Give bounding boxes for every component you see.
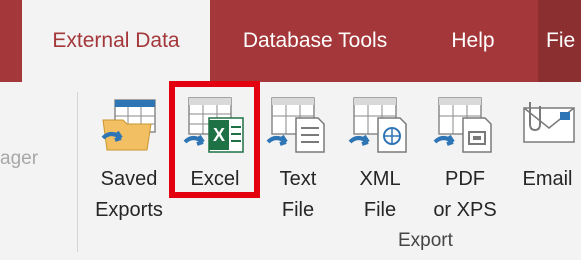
- email-icon: [522, 102, 575, 143]
- xml-file-label-line1: XML: [359, 168, 401, 190]
- text-file-label-line1: Text: [279, 168, 317, 190]
- saved-exports-label-line2: Exports: [95, 199, 163, 221]
- email-label: Email: [522, 168, 573, 190]
- xml-file-icon: [348, 97, 407, 153]
- text-file-label-line2: File: [281, 199, 315, 221]
- tab-external-data[interactable]: External Data: [22, 0, 210, 82]
- tab-help[interactable]: Help: [436, 0, 510, 82]
- export-group-label: Export: [398, 230, 453, 251]
- excel-export-button[interactable]: X Excel: [176, 92, 254, 232]
- tab-database-tools[interactable]: Database Tools: [222, 0, 408, 82]
- xml-file-export-button[interactable]: XML File: [344, 92, 416, 232]
- saved-exports-icon: [101, 99, 156, 151]
- pdf-xps-label-line2: or XPS: [433, 199, 497, 221]
- excel-label: Excel: [190, 168, 240, 190]
- group-separator: [77, 92, 78, 252]
- saved-exports-label-line1: Saved: [100, 168, 158, 190]
- tab-file[interactable]: Fie: [546, 0, 581, 82]
- saved-exports-button[interactable]: Saved Exports: [90, 92, 168, 232]
- email-export-button[interactable]: Email: [514, 92, 581, 232]
- previous-group-label: ager: [0, 148, 39, 169]
- excel-icon: X: [183, 97, 244, 153]
- svg-text:X: X: [213, 125, 225, 145]
- text-file-icon: [266, 97, 325, 153]
- xml-file-label-line2: File: [363, 199, 397, 221]
- pdf-xps-label-line1: PDF: [444, 168, 485, 190]
- pdf-xps-export-button[interactable]: PDF or XPS: [426, 92, 504, 232]
- pdf-xps-icon: [433, 97, 492, 153]
- text-file-export-button[interactable]: Text File: [262, 92, 334, 232]
